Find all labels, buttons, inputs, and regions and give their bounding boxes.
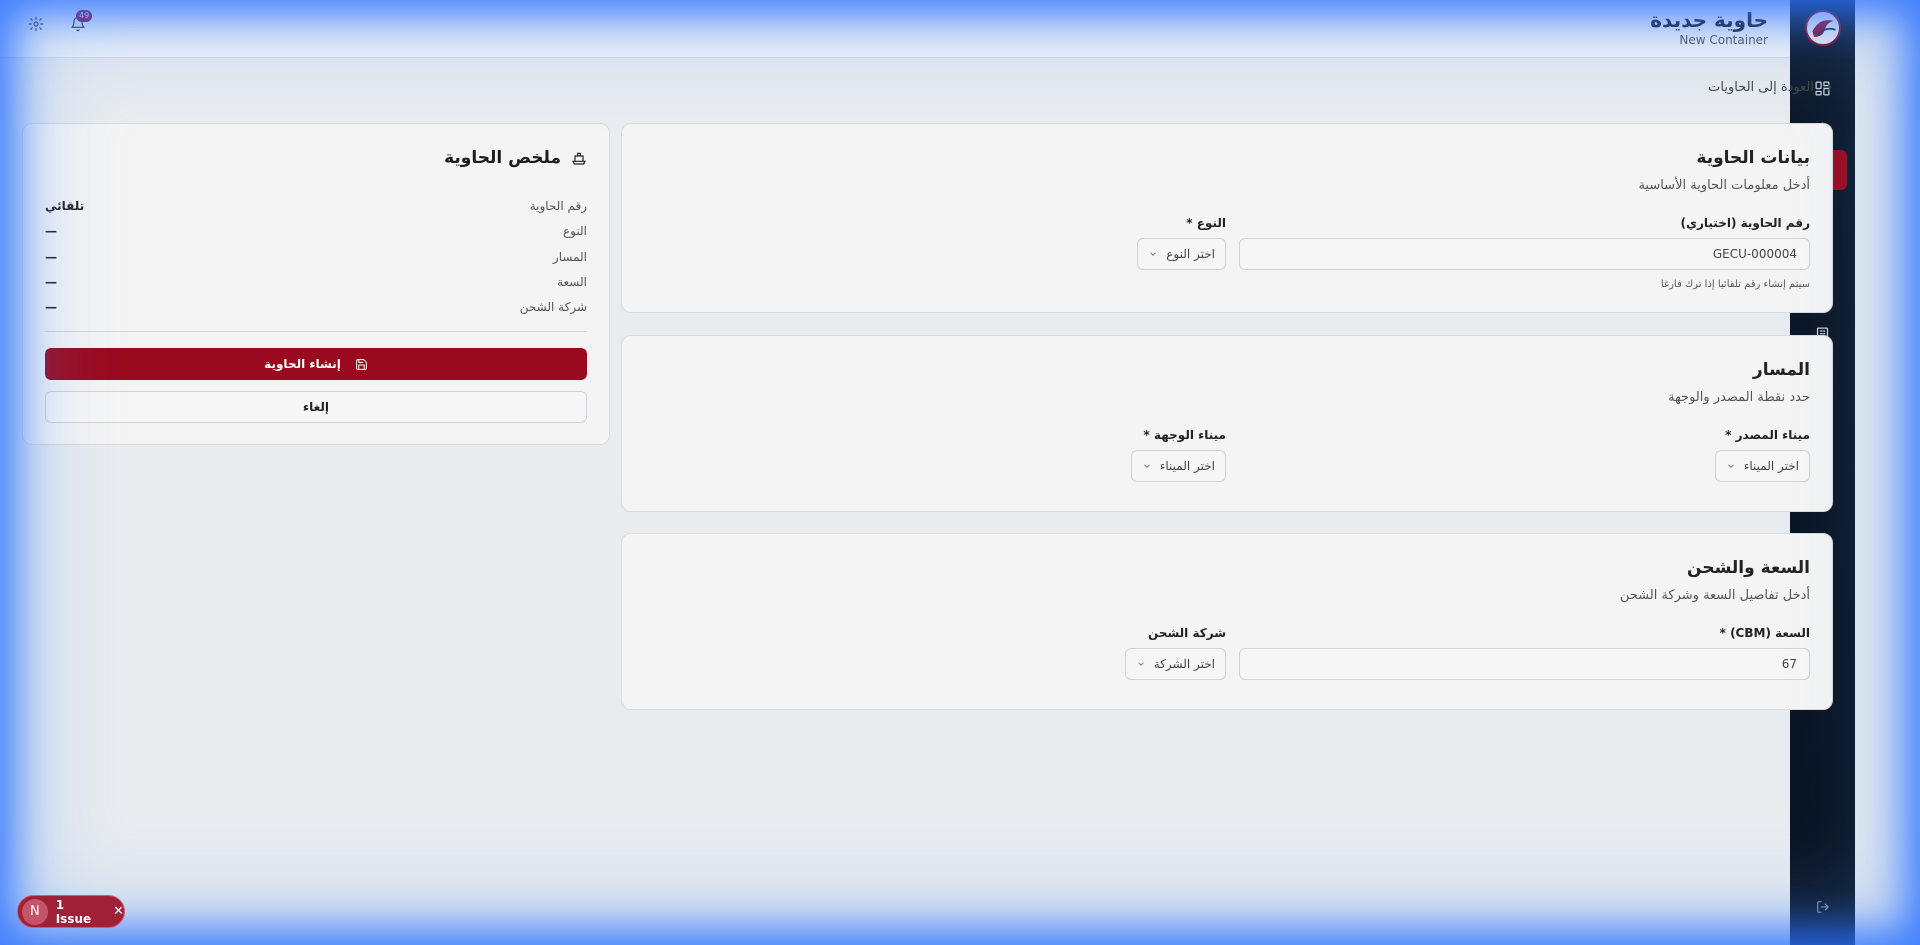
ship-icon xyxy=(572,152,586,165)
shipping-company-value: اختر الشركة xyxy=(1153,657,1215,671)
capacity-title: السعة والشحن xyxy=(1687,558,1810,578)
route-title: المسار xyxy=(1752,360,1810,380)
close-icon[interactable]: ✕ xyxy=(113,904,124,919)
page-title-english: New Container xyxy=(1679,33,1768,47)
origin-port-select[interactable]: اختر الميناء xyxy=(1714,450,1810,482)
issue-indicator[interactable]: N 1 Issue ✕ xyxy=(17,895,125,928)
container-info-title: بيانات الحاوية xyxy=(1696,148,1810,168)
back-link-label: العودة إلى الحاويات xyxy=(1708,80,1814,95)
page-title: حاوية جديدة xyxy=(1650,8,1768,32)
route-card: المسار حدد نقطة المصدر والوجهة ميناء الم… xyxy=(621,335,1833,512)
n-logo-icon: N xyxy=(22,898,48,925)
capacity-input[interactable]: 67 xyxy=(1239,648,1810,680)
summary-row: المسار — xyxy=(45,250,587,270)
summary-title: ملخص الحاوية xyxy=(444,148,561,168)
summary-title-block: ملخص الحاوية xyxy=(444,148,587,168)
create-container-button[interactable]: إنشاء الحاوية xyxy=(45,348,587,380)
type-select[interactable]: اختر النوع xyxy=(1137,238,1226,270)
issue-label: 1 Issue xyxy=(55,897,92,926)
app-logo[interactable] xyxy=(1804,10,1841,46)
origin-port-value: اختر الميناء xyxy=(1743,459,1799,473)
create-container-label: إنشاء الحاوية xyxy=(264,357,341,371)
container-summary-card: ملخص الحاوية رقم الحاوية تلقائي النوع — … xyxy=(22,123,610,445)
summary-value: — xyxy=(45,250,57,264)
summary-row: شركة الشحن — xyxy=(45,300,587,320)
capacity-subtitle: أدخل تفاصيل السعة وشركة الشحن xyxy=(1619,588,1810,603)
summary-divider xyxy=(45,331,587,332)
settings-button[interactable] xyxy=(28,16,48,36)
summary-value: تلقائي xyxy=(45,199,85,213)
summary-key: شركة الشحن xyxy=(519,300,587,314)
header-actions: 49 xyxy=(28,10,93,36)
origin-port-label: ميناء المصدر * xyxy=(1725,428,1810,442)
destination-port-label: ميناء الوجهة * xyxy=(1143,428,1227,442)
summary-key: السعة xyxy=(557,275,587,289)
type-select-value: اختر النوع xyxy=(1166,247,1215,261)
back-to-containers-link[interactable]: العودة إلى الحاويات xyxy=(1708,80,1833,95)
type-label: النوع * xyxy=(1186,216,1226,230)
page: حاوية جديدة New Container 49 العودة إلى … xyxy=(0,0,1855,945)
summary-row: النوع — xyxy=(45,224,587,244)
container-info-card: بيانات الحاوية أدخل معلومات الحاوية الأس… xyxy=(621,123,1833,313)
chevron-down-icon xyxy=(1137,662,1144,666)
destination-port-select[interactable]: اختر الميناء xyxy=(1130,450,1226,482)
chevron-down-icon xyxy=(1143,464,1150,468)
container-info-subtitle: أدخل معلومات الحاوية الأساسية xyxy=(1638,178,1810,193)
cancel-button[interactable]: إلغاء xyxy=(45,391,587,423)
summary-key: رقم الحاوية xyxy=(529,199,587,213)
route-subtitle: حدد نقطة المصدر والوجهة xyxy=(1668,390,1810,405)
shipping-company-label: شركة الشحن xyxy=(1148,626,1226,640)
capacity-label: السعة (CBM) * xyxy=(1719,626,1810,640)
chevron-down-icon xyxy=(1150,252,1157,256)
notifications-button[interactable]: 49 xyxy=(70,10,93,36)
summary-row: السعة — xyxy=(45,275,587,295)
chevron-down-icon xyxy=(1727,464,1734,468)
container-number-input[interactable]: GECU-000004 xyxy=(1239,238,1810,270)
capacity-card: السعة والشحن أدخل تفاصيل السعة وشركة الش… xyxy=(621,533,1833,710)
page-title-block: حاوية جديدة New Container xyxy=(1650,8,1768,47)
gear-icon xyxy=(28,16,44,32)
summary-value: — xyxy=(45,275,57,289)
arrow-right-icon xyxy=(1822,83,1832,92)
logout-icon xyxy=(1816,901,1829,913)
container-number-label: رقم الحاوية (اختياري) xyxy=(1680,216,1811,230)
summary-value: — xyxy=(45,224,57,238)
summary-value: — xyxy=(45,300,57,314)
summary-row: رقم الحاوية تلقائي xyxy=(45,199,587,219)
shipping-company-select[interactable]: اختر الشركة xyxy=(1124,648,1226,680)
logout-button[interactable] xyxy=(1799,887,1847,927)
container-number-hint: سيتم إنشاء رقم تلقائيا إذا ترك فارغا xyxy=(1660,279,1810,290)
summary-key: النوع xyxy=(563,224,587,238)
destination-port-value: اختر الميناء xyxy=(1159,459,1215,473)
save-icon xyxy=(355,358,367,370)
notification-badge: 49 xyxy=(76,10,93,22)
top-header: حاوية جديدة New Container 49 xyxy=(0,0,1790,58)
summary-key: المسار xyxy=(552,250,587,264)
